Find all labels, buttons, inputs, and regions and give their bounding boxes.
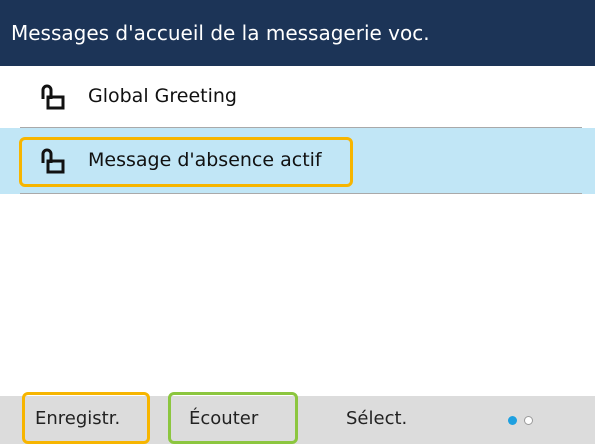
page-indicator-inactive [524, 416, 533, 425]
list-item-global-greeting[interactable]: Global Greeting [0, 66, 595, 128]
screen-title: Messages d'accueil de la messagerie voc. [11, 21, 430, 45]
highlight-frame [22, 392, 150, 444]
select-softkey[interactable]: Sélect. [346, 408, 407, 429]
screen-header: Messages d'accueil de la messagerie voc. [0, 0, 595, 66]
highlight-frame [19, 137, 353, 187]
highlight-frame [168, 392, 298, 444]
list-item-label: Global Greeting [88, 85, 237, 107]
divider [20, 193, 582, 194]
page-indicator-active [508, 416, 517, 425]
lock-open-icon [41, 84, 65, 110]
